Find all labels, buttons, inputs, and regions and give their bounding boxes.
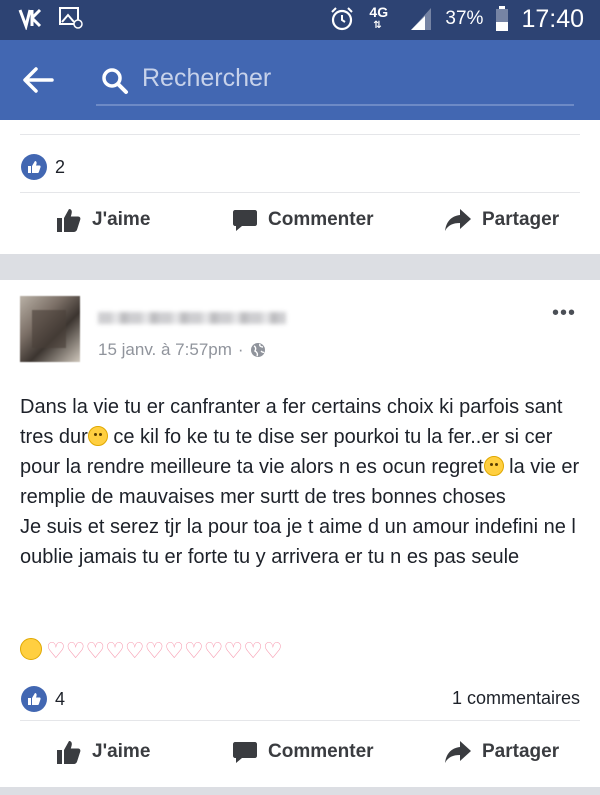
comment-button[interactable]: Commenter <box>232 190 374 250</box>
search-input[interactable]: Rechercher <box>96 60 574 106</box>
back-button[interactable] <box>18 62 58 98</box>
back-arrow-icon <box>23 67 54 93</box>
share-label: Partager <box>482 209 560 230</box>
like-label: J'aime <box>92 209 151 230</box>
comments-count-link[interactable]: 1 commentaires <box>452 688 580 709</box>
comment-bubble-icon <box>233 210 257 231</box>
avatar[interactable] <box>20 296 80 362</box>
share-button[interactable]: Partager <box>444 190 559 250</box>
divider <box>20 134 580 135</box>
globe-icon <box>250 343 265 357</box>
like-button[interactable]: J'aime <box>56 722 150 782</box>
post-text-line: Je suis et serez tjr la pour toa je t ai… <box>20 516 576 568</box>
meta-separator: · <box>237 340 244 359</box>
signal-icon <box>411 8 432 30</box>
share-arrow-icon <box>445 741 471 763</box>
alarm-icon <box>331 7 354 31</box>
author-name-blurred[interactable] <box>98 312 286 324</box>
like-badge-icon <box>21 154 47 180</box>
divider <box>20 720 580 721</box>
post-card-previous: 2 J'aime Commenter Partager <box>0 120 600 254</box>
post-body: Dans la vie tu er canfranter a fer certa… <box>20 392 580 572</box>
search-icon <box>102 68 128 94</box>
post-meta: 15 janv. à 7:57pm · <box>98 340 266 360</box>
search-placeholder: Rechercher <box>142 64 272 92</box>
hearts-emoji-string: ♡♡♡♡♡♡♡♡♡♡♡♡ <box>46 638 283 663</box>
clock: 17:40 <box>521 4 584 33</box>
post-date[interactable]: 15 janv. à 7:57pm <box>98 340 232 360</box>
like-summary[interactable]: 4 <box>21 686 65 712</box>
like-count: 4 <box>55 688 66 709</box>
comment-label: Commenter <box>268 209 374 230</box>
post-actions: J'aime Commenter Partager <box>0 722 600 782</box>
share-label: Partager <box>482 741 560 762</box>
like-badge-icon <box>21 686 47 712</box>
like-label: J'aime <box>92 741 151 762</box>
worried-face-emoji <box>87 426 108 446</box>
image-notification-icon <box>59 7 83 29</box>
share-button[interactable]: Partager <box>444 722 559 782</box>
thumbs-up-icon <box>57 741 81 764</box>
comment-label: Commenter <box>268 741 374 762</box>
kiss-face-emoji <box>20 638 42 660</box>
smiley-face-emoji <box>483 456 504 476</box>
comment-bubble-icon <box>233 742 257 763</box>
like-button[interactable]: J'aime <box>56 190 150 250</box>
post-card: 15 janv. à 7:57pm · ••• Dans la vie tu e… <box>0 280 600 787</box>
battery-percent: 37% <box>445 8 484 29</box>
more-options-button[interactable]: ••• <box>552 302 576 325</box>
comment-button[interactable]: Commenter <box>232 722 374 782</box>
like-summary[interactable]: 2 <box>21 154 65 180</box>
app-bar: Rechercher <box>0 40 600 120</box>
network-indicator: 4G ⇅ <box>367 4 397 34</box>
share-arrow-icon <box>445 209 471 231</box>
like-count: 2 <box>55 156 66 177</box>
emoji-row: ♡♡♡♡♡♡♡♡♡♡♡♡ <box>20 638 283 664</box>
thumbs-up-icon <box>57 209 81 232</box>
network-label: 4G <box>369 4 389 20</box>
post-actions: J'aime Commenter Partager <box>0 190 600 250</box>
battery-icon <box>496 6 509 31</box>
data-arrows-icon: ⇅ <box>373 20 382 31</box>
status-bar: 4G ⇅ 37% 17:40 <box>0 0 600 40</box>
app-notification-icon <box>18 8 42 30</box>
